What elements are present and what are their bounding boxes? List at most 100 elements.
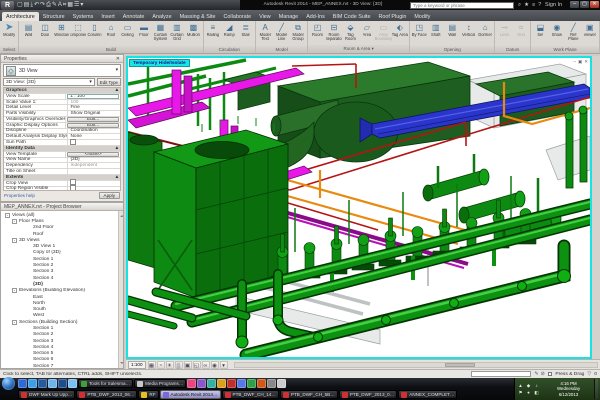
properties-help-link[interactable]: Properties help xyxy=(4,193,99,198)
qat-tool-icon[interactable]: ↶ xyxy=(34,1,39,10)
taskbar-window-button[interactable]: DWF Mark Up Upp… xyxy=(18,390,75,400)
properties-close-icon[interactable]: ✕ xyxy=(116,56,120,62)
pinned-app-icon[interactable] xyxy=(227,379,236,388)
press-drag-checkbox[interactable] xyxy=(548,372,553,377)
ribbon-tab[interactable]: Insert xyxy=(97,12,118,21)
ribbon-button[interactable]: ▩ Mullion xyxy=(185,22,201,46)
tray-icon[interactable]: ● xyxy=(525,390,532,396)
tree-expand-icon[interactable]: - xyxy=(12,219,17,224)
status-tool-icon[interactable]: ⊘ xyxy=(541,371,545,377)
infocenter-search-input[interactable] xyxy=(410,2,514,9)
pinned-app-icon[interactable] xyxy=(18,379,27,388)
ribbon-button[interactable]: ➤ Modify xyxy=(1,22,17,46)
ribbon-button[interactable]: ⬙ Tag Room xyxy=(342,22,358,45)
ribbon-tab[interactable]: Massing & Site xyxy=(176,12,220,21)
ribbon-button[interactable]: ⬓ Set xyxy=(532,22,548,46)
ribbon-tab[interactable]: Manage xyxy=(275,12,302,21)
ribbon-button[interactable]: ▣ Viewer xyxy=(582,22,598,46)
property-value[interactable]: {3D} xyxy=(68,157,120,162)
ribbon-button[interactable]: ╱ Ref Plane xyxy=(565,22,581,46)
pinned-app-icon[interactable] xyxy=(197,379,206,388)
pinned-app-icon[interactable] xyxy=(68,379,77,388)
filter-icon[interactable]: ▽ xyxy=(587,371,591,377)
property-value[interactable]: 1 : 100 xyxy=(67,94,119,99)
ribbon-tab[interactable]: Annotate xyxy=(119,12,149,21)
qat-tool-icon[interactable]: ✎ xyxy=(52,1,57,10)
ribbon-tab[interactable]: BIM Code Suite xyxy=(329,12,375,21)
property-value[interactable]: ▴ xyxy=(112,146,120,151)
pinned-app-icon[interactable] xyxy=(217,379,226,388)
infocenter-icon[interactable]: ⌕ xyxy=(518,2,521,9)
ribbon-tab[interactable]: Architecture xyxy=(2,12,39,21)
view-control-icon[interactable]: ▾ xyxy=(220,361,228,369)
pinned-app-icon[interactable] xyxy=(267,379,276,388)
type-selector[interactable]: ◇ 3D View ▾ xyxy=(3,64,121,77)
ribbon-tab[interactable]: Structure xyxy=(39,12,69,21)
qat-tool-icon[interactable]: ⎙ xyxy=(46,1,51,10)
pinned-app-icon[interactable] xyxy=(207,379,216,388)
property-value[interactable]: Show Original xyxy=(68,111,120,116)
minimize-button[interactable]: ‒ xyxy=(570,1,579,8)
taskbar-window-button[interactable]: PTB_DWF_2013_0… xyxy=(339,390,397,400)
apply-button[interactable]: Apply xyxy=(99,192,121,199)
view-control-icon[interactable]: ◉ xyxy=(211,361,219,369)
tray-icon[interactable]: ♪ xyxy=(533,383,540,389)
ribbon-button[interactable]: ◢ Ramp xyxy=(221,22,237,46)
sign-in-button[interactable]: Sign In xyxy=(545,2,562,8)
ribbon-tab[interactable]: Collaborate xyxy=(220,12,256,21)
temporary-hide-isolate-badge[interactable]: Temporary Hide/Isolate xyxy=(129,59,190,67)
ribbon-button[interactable]: ▭ Area Boundary xyxy=(375,22,391,45)
property-value[interactable]: Fine xyxy=(68,105,120,110)
pinned-app-icon[interactable] xyxy=(58,379,67,388)
browser-scrollbar[interactable] xyxy=(118,211,123,368)
workset-dropdown[interactable] xyxy=(471,371,531,378)
ribbon-button[interactable]: ⌂ Dormer xyxy=(477,22,493,46)
pinned-app-icon[interactable] xyxy=(257,379,266,388)
infocenter-icon[interactable]: ? xyxy=(538,2,541,8)
qat-tool-icon[interactable]: ↷ xyxy=(40,1,45,10)
ribbon-button[interactable]: ▤ Wall xyxy=(444,22,460,46)
ribbon-button[interactable]: ▬ Floor xyxy=(136,22,152,46)
pinned-app-icon[interactable] xyxy=(237,379,246,388)
ribbon-button[interactable]: ⊸ Level xyxy=(496,22,512,46)
qat-tool-icon[interactable]: ▦ xyxy=(67,1,73,10)
taskbar-window-button[interactable]: PTB_DWF_CH_5B… xyxy=(280,390,338,400)
property-value[interactable]: Independent xyxy=(68,163,120,168)
ribbon-button[interactable]: ▯ Column xyxy=(86,22,102,46)
property-value[interactable]: Coordination xyxy=(68,128,120,133)
pinned-app-icon[interactable] xyxy=(28,379,37,388)
pinned-app-icon[interactable] xyxy=(247,379,256,388)
status-tool-icon[interactable]: ✎ xyxy=(534,371,538,377)
qat-tool-icon[interactable]: ⌗ xyxy=(63,1,66,10)
ribbon-button[interactable]: ╱ Model Line xyxy=(273,22,289,46)
qat-tool-icon[interactable]: ☰ xyxy=(74,1,79,10)
pinned-app-icon[interactable] xyxy=(277,379,286,388)
taskbar-window-button[interactable]: Tools for Salesma… xyxy=(78,379,133,389)
ribbon-button[interactable]: ◳ By Face xyxy=(411,22,427,46)
tray-icon[interactable]: ⚑ xyxy=(517,390,524,396)
edit-type-button[interactable]: Edit Type xyxy=(97,78,121,86)
view-minimize-icon[interactable]: ‒ xyxy=(573,59,576,64)
tray-icon[interactable]: ◧ xyxy=(533,390,540,396)
ribbon-button[interactable]: ↕ Vertical xyxy=(460,22,476,46)
cooling-tower[interactable] xyxy=(128,116,288,298)
ribbon-tab[interactable]: Analyze xyxy=(148,12,175,21)
ribbon-button[interactable]: ◫ Door xyxy=(37,22,53,46)
view-scale-control[interactable]: 1:100 xyxy=(128,361,146,369)
ribbon-button[interactable]: ◉ Show xyxy=(549,22,565,46)
scrollbar-thumb[interactable] xyxy=(445,363,475,367)
ribbon-button[interactable]: ⊞ Window xyxy=(53,22,69,46)
ribbon-button[interactable]: ⧉ Model Group xyxy=(290,22,306,46)
view-close-icon[interactable]: ✕ xyxy=(584,59,588,64)
view-type-combo[interactable]: 3D View: {3D} ▾ xyxy=(3,78,95,86)
ribbon-tab[interactable]: Roof Plugin xyxy=(375,12,411,21)
close-button[interactable]: ✕ xyxy=(590,1,599,8)
ribbon-button[interactable]: ⬖ Tag Area xyxy=(392,22,408,45)
view-control-icon[interactable]: ∞ xyxy=(202,361,210,369)
ribbon-button[interactable]: ▥ Shaft xyxy=(428,22,444,46)
ribbon-button[interactable]: ≡ Railing xyxy=(205,22,221,46)
ribbon-button[interactable]: ⬚ Component xyxy=(70,22,86,46)
ribbon-tab[interactable]: Systems xyxy=(69,12,98,21)
infocenter-icon[interactable]: ≡ xyxy=(532,2,535,8)
taskbar-window-button[interactable]: RF xyxy=(138,390,158,400)
